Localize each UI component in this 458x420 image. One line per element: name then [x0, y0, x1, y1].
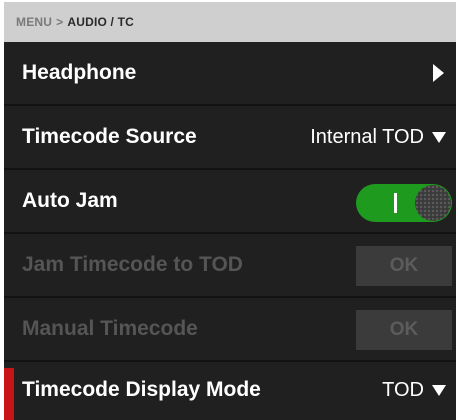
- toggle-knob[interactable]: [415, 185, 451, 221]
- chevron-right-icon[interactable]: [433, 64, 444, 82]
- jam-timecode-label: Jam Timecode to TOD: [22, 253, 243, 276]
- manual-timecode-ok-button[interactable]: OK: [356, 310, 452, 350]
- timecode-display-mode-row: Timecode Display Mode TOD: [4, 358, 456, 420]
- auto-jam-toggle[interactable]: [356, 184, 452, 222]
- selection-indicator: [4, 368, 14, 420]
- timecode-source-dropdown[interactable]: Internal TOD: [310, 126, 446, 149]
- headphone-row[interactable]: Headphone: [4, 42, 456, 106]
- timecode-source-row: Timecode Source Internal TOD: [4, 106, 456, 170]
- caret-down-icon: [432, 131, 446, 143]
- breadcrumb-current: AUDIO / TC: [67, 15, 135, 29]
- caret-down-icon: [432, 384, 446, 396]
- timecode-display-mode-label: Timecode Display Mode: [22, 378, 261, 401]
- manual-timecode-label: Manual Timecode: [22, 317, 198, 340]
- auto-jam-label: Auto Jam: [22, 189, 118, 212]
- jam-timecode-ok-button[interactable]: OK: [356, 246, 452, 286]
- timecode-source-value: Internal TOD: [310, 125, 424, 148]
- timecode-display-mode-dropdown[interactable]: TOD: [382, 379, 446, 402]
- menu-screen: MENU > AUDIO / TC Headphone Timecode Sou…: [4, 2, 456, 420]
- toggle-on-mark: [394, 193, 397, 213]
- jam-timecode-row: Jam Timecode to TOD OK: [4, 234, 456, 298]
- breadcrumb-root[interactable]: MENU: [16, 15, 52, 29]
- timecode-source-label: Timecode Source: [22, 125, 197, 148]
- headphone-label: Headphone: [22, 61, 137, 84]
- manual-timecode-row: Manual Timecode OK: [4, 298, 456, 362]
- auto-jam-row: Auto Jam: [4, 170, 456, 234]
- breadcrumb-separator: >: [56, 15, 64, 29]
- breadcrumb: MENU > AUDIO / TC: [4, 2, 456, 42]
- timecode-display-mode-value: TOD: [382, 378, 424, 401]
